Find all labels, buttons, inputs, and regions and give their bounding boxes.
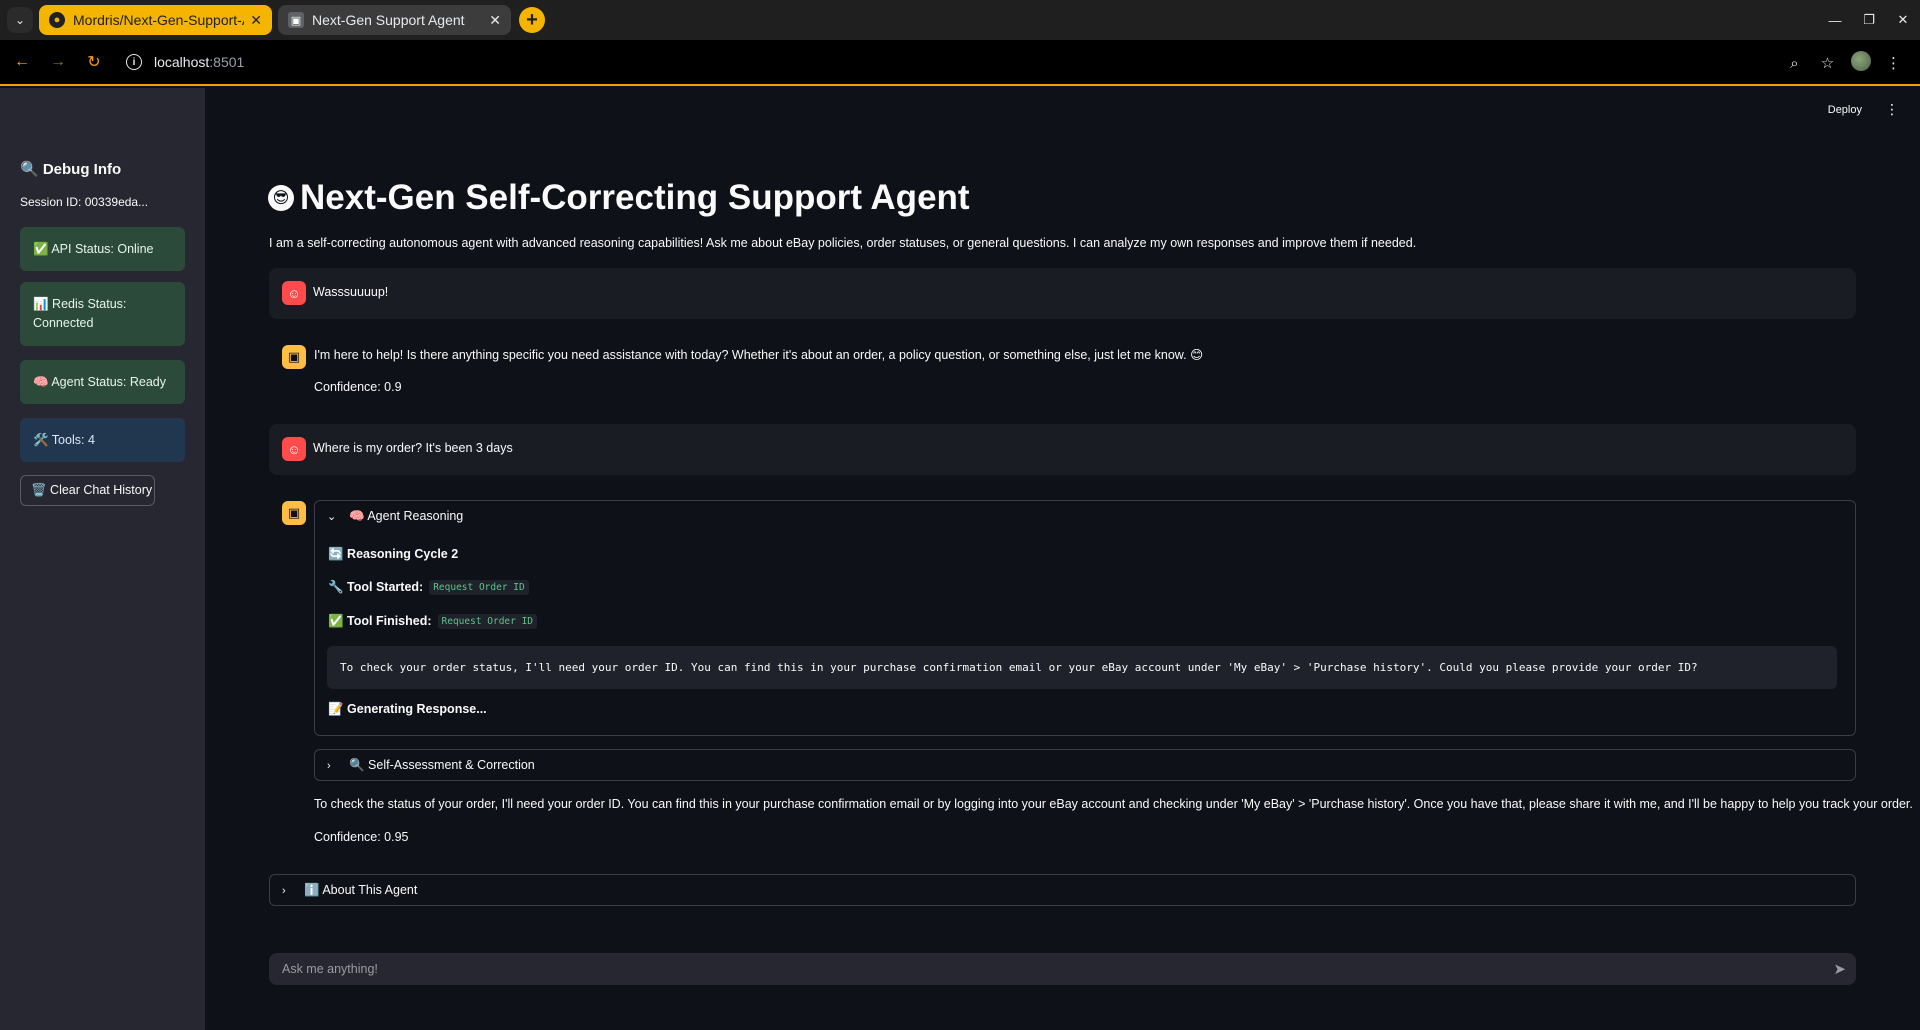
tool-started: 🔧 Tool Started: Request Order ID	[328, 580, 529, 595]
address-bar: ← → ↻ i localhost:8501 ⌕ ☆ ⋮	[0, 40, 1920, 86]
tab-title: Next-Gen Support Agent	[312, 12, 465, 28]
tool-started-label: 🔧 Tool Started:	[328, 580, 424, 594]
sidebar-title: 🔍 Debug Info	[20, 161, 122, 178]
reload-icon[interactable]: ↻	[76, 52, 112, 72]
site-info-icon[interactable]: i	[126, 54, 142, 70]
bot-avatar-icon: ▣	[282, 345, 306, 369]
sunglasses-face-icon: 😎	[268, 185, 294, 211]
api-status-badge: ✅ API Status: Online	[20, 227, 185, 271]
agent-reasoning-toggle[interactable]: ⌄ 🧠 Agent Reasoning	[315, 501, 1855, 532]
tool-output-code-block: To check your order status, I'll need yo…	[327, 646, 1837, 689]
chat-input[interactable]: Ask me anything! ➤	[269, 953, 1856, 985]
minimize-icon[interactable]: —	[1818, 13, 1852, 28]
chevron-right-icon: ›	[282, 884, 286, 897]
back-arrow-icon[interactable]: ←	[4, 53, 40, 71]
window-controls: — ❐ ✕	[1818, 0, 1920, 40]
zoom-icon[interactable]: ⌕	[1778, 55, 1811, 72]
url-port[interactable]: :8501	[209, 54, 244, 70]
send-icon[interactable]: ➤	[1833, 960, 1846, 978]
user-message-text: Where is my order? It's been 3 days	[313, 441, 513, 455]
redis-status-value: Connected	[33, 316, 94, 330]
bot-confidence: Confidence: 0.95	[314, 830, 409, 844]
main-content: Deploy ⋮ 😎 Next-Gen Self-Correcting Supp…	[205, 88, 1920, 1030]
intro-text: I am a self-correcting autonomous agent …	[269, 236, 1417, 250]
tab-title: Mordris/Next-Gen-Support-A	[73, 12, 245, 28]
browser-tab-agent[interactable]: ▣ Next-Gen Support Agent ✕	[278, 5, 511, 35]
profile-avatar[interactable]	[1844, 51, 1877, 75]
clear-chat-history-button[interactable]: 🗑️ Clear Chat History	[20, 475, 155, 506]
agent-reasoning-expander: ⌄ 🧠 Agent Reasoning 🔄 Reasoning Cycle 2 …	[314, 500, 1856, 736]
robot-icon: ▣	[288, 12, 304, 28]
redis-status-label: 📊 Redis Status:	[33, 297, 127, 311]
chevron-right-icon: ›	[327, 759, 331, 772]
sidebar: 🔍 Debug Info Session ID: 00339eda... ✅ A…	[0, 88, 205, 1030]
tools-count-badge: 🛠️ Tools: 4	[20, 418, 185, 462]
tab-search-chevron-icon[interactable]: ⌄	[7, 7, 33, 33]
tool-started-value: Request Order ID	[429, 580, 529, 595]
agent-status-badge: 🧠 Agent Status: Ready	[20, 360, 185, 404]
browser-tab-bar: ⌄ ● Mordris/Next-Gen-Support-A ✕ ▣ Next-…	[0, 0, 1920, 40]
forward-arrow-icon[interactable]: →	[40, 53, 76, 71]
about-agent-toggle[interactable]: › ℹ️ About This Agent	[270, 875, 1855, 906]
bookmark-star-icon[interactable]: ☆	[1811, 54, 1844, 72]
url-host[interactable]: localhost	[154, 54, 209, 70]
user-message-text: Wasssuuuup!	[313, 285, 389, 299]
new-tab-button[interactable]: +	[519, 7, 545, 33]
expander-label: 🔍 Self-Assessment & Correction	[349, 758, 535, 772]
browser-menu-icon[interactable]: ⋮	[1877, 54, 1910, 72]
user-message: ☺ Wasssuuuup!	[269, 268, 1856, 319]
reasoning-cycle: 🔄 Reasoning Cycle 2	[328, 547, 459, 561]
about-agent-expander[interactable]: › ℹ️ About This Agent	[269, 874, 1856, 906]
bot-message-text: To check the status of your order, I'll …	[314, 797, 1913, 811]
tool-finished-value: Request Order ID	[437, 614, 538, 629]
page-title-text: Next-Gen Self-Correcting Support Agent	[300, 178, 970, 217]
user-avatar-icon: ☺	[282, 437, 306, 461]
user-avatar-icon: ☺	[282, 281, 306, 305]
expander-label: 🧠 Agent Reasoning	[349, 509, 464, 523]
deploy-button[interactable]: Deploy	[1828, 104, 1862, 116]
restore-icon[interactable]: ❐	[1852, 12, 1886, 28]
github-icon: ●	[49, 12, 65, 28]
session-id: Session ID: 00339eda...	[20, 195, 149, 209]
app-menu-icon[interactable]: ⋮	[1885, 101, 1899, 118]
tool-finished: ✅ Tool Finished: Request Order ID	[328, 614, 538, 629]
close-window-icon[interactable]: ✕	[1886, 12, 1920, 28]
tool-finished-label: ✅ Tool Finished:	[328, 614, 432, 628]
generating-response: 📝 Generating Response...	[328, 702, 487, 716]
chevron-down-icon: ⌄	[327, 511, 337, 523]
self-assessment-expander[interactable]: › 🔍 Self-Assessment & Correction	[314, 749, 1856, 781]
close-icon[interactable]: ✕	[250, 12, 262, 29]
expander-label: ℹ️ About This Agent	[304, 883, 418, 897]
redis-status-badge: 📊 Redis Status: Connected	[20, 282, 185, 346]
user-message: ☺ Where is my order? It's been 3 days	[269, 424, 1856, 475]
bot-avatar-icon: ▣	[282, 501, 306, 525]
chat-input-placeholder: Ask me anything!	[282, 962, 378, 976]
bot-confidence: Confidence: 0.9	[314, 380, 402, 394]
browser-tab-github[interactable]: ● Mordris/Next-Gen-Support-A ✕	[39, 5, 272, 35]
close-icon[interactable]: ✕	[489, 12, 501, 29]
page-title: 😎 Next-Gen Self-Correcting Support Agent	[268, 178, 970, 218]
self-assessment-toggle[interactable]: › 🔍 Self-Assessment & Correction	[315, 750, 1855, 781]
bot-message-text: I'm here to help! Is there anything spec…	[314, 348, 1204, 362]
